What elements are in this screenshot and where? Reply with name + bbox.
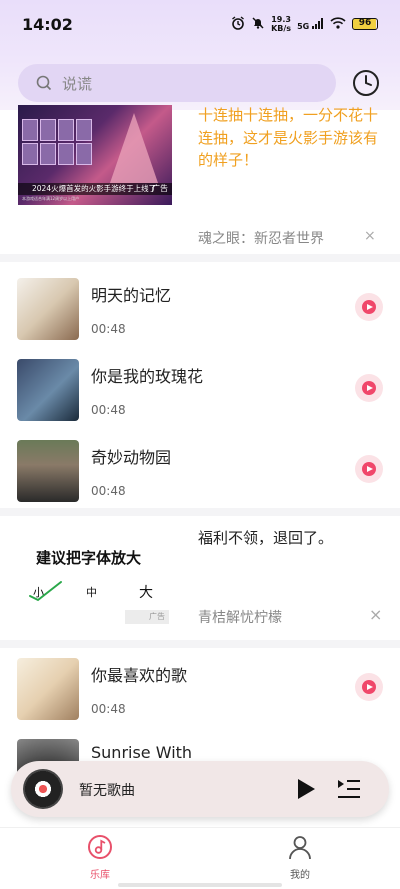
now-playing-title: 暂无歌曲 xyxy=(79,783,135,799)
play-button[interactable] xyxy=(355,673,383,701)
song-duration: 00:48 xyxy=(91,322,126,336)
song-title: Sunrise With xyxy=(91,743,193,762)
play-icon xyxy=(362,462,376,476)
user-icon xyxy=(289,836,311,860)
song-row[interactable]: 你最喜欢的歌 00:48 xyxy=(0,658,400,736)
ad-artwork xyxy=(110,113,158,183)
ad-logo-tag: 广告 xyxy=(149,612,165,621)
album-cover xyxy=(17,278,79,340)
ad-tag: 广告 xyxy=(152,184,168,193)
font-size-large: 大 xyxy=(139,585,153,601)
playlist-icon[interactable] xyxy=(337,778,361,800)
song-title: 明天的记忆 xyxy=(91,286,172,305)
ad-logo: 广告 xyxy=(125,610,169,624)
status-icons: 19.3 KB/s 5G 96 xyxy=(231,15,378,33)
font-size-medium: 中 xyxy=(86,586,97,599)
mini-player[interactable]: 暂无歌曲 xyxy=(11,761,389,817)
song-title: 你是我的玫瑰花 xyxy=(91,367,204,386)
search-placeholder: 说谎 xyxy=(62,74,93,93)
signal-indicator: 5G xyxy=(297,17,324,31)
signal-bars-icon xyxy=(312,17,323,29)
play-button[interactable] xyxy=(355,455,383,483)
checkmark-icon xyxy=(29,581,62,602)
status-bar: 14:02 19.3 KB/s 5G 96 xyxy=(0,0,400,48)
battery-indicator: 96 xyxy=(352,18,378,30)
tab-library-label: 乐库 xyxy=(90,870,110,881)
mute-bell-icon xyxy=(251,16,265,33)
album-cover xyxy=(17,359,79,421)
bottom-navigation: 乐库 我的 xyxy=(0,827,400,889)
play-button[interactable] xyxy=(355,374,383,402)
search-input[interactable]: 说谎 xyxy=(18,64,336,102)
clock-icon xyxy=(353,70,379,96)
ad-source: 魂之眼：新忍者世界 xyxy=(198,231,324,247)
play-icon xyxy=(362,381,376,395)
album-cover xyxy=(17,658,79,720)
album-cover xyxy=(17,440,79,502)
network-speed: 19.3 KB/s xyxy=(271,15,291,33)
song-row[interactable]: 奇妙动物园 00:48 xyxy=(0,440,400,518)
play-pause-button[interactable] xyxy=(296,778,316,800)
ad-headline[interactable]: 十连抽十连抽，一分不花十连抽，这才是火影手游该有的样子！ xyxy=(198,104,382,172)
song-title: 你最喜欢的歌 xyxy=(91,666,188,685)
song-duration: 00:48 xyxy=(91,484,126,498)
history-button[interactable] xyxy=(351,68,381,98)
ad-image-caption: 2024火爆首发的火影手游终于上线了 xyxy=(18,183,172,195)
song-duration: 00:48 xyxy=(91,403,126,417)
tab-profile-label: 我的 xyxy=(290,870,310,881)
network-speed-unit: KB/s xyxy=(271,24,292,33)
ad-close-button[interactable]: × xyxy=(369,605,382,624)
ad-headline[interactable]: 福利不领，退回了。 xyxy=(198,527,333,548)
disc-icon xyxy=(23,769,63,809)
section-divider xyxy=(0,508,400,516)
status-time: 14:02 xyxy=(22,14,73,34)
ad-source: 青桔解忧柠檬 xyxy=(198,610,282,626)
ad-character-cards xyxy=(22,119,92,165)
signal-label: 5G xyxy=(297,21,310,31)
ad-image[interactable]: 2024火爆首发的火影手游终于上线了 本游戏适合年满12周岁以上用户 广告 xyxy=(18,105,172,205)
song-title: 奇妙动物园 xyxy=(91,448,172,467)
play-icon xyxy=(362,680,376,694)
section-divider xyxy=(0,254,400,262)
tab-library[interactable]: 乐库 xyxy=(70,834,130,881)
wifi-icon xyxy=(330,16,346,32)
play-button[interactable] xyxy=(355,293,383,321)
home-indicator xyxy=(118,883,282,887)
song-row[interactable]: 明天的记忆 00:48 xyxy=(0,278,400,356)
ad-close-button[interactable]: × xyxy=(364,228,376,244)
network-speed-value: 19.3 xyxy=(271,15,291,24)
music-note-icon xyxy=(88,835,112,859)
play-icon xyxy=(362,300,376,314)
alarm-icon xyxy=(231,15,245,33)
song-duration: 00:48 xyxy=(91,702,126,716)
tab-profile[interactable]: 我的 xyxy=(270,834,330,881)
search-icon xyxy=(36,75,52,91)
song-row[interactable]: 你是我的玫瑰花 00:48 xyxy=(0,359,400,437)
ad-image-subcaption: 本游戏适合年满12周岁以上用户 xyxy=(22,196,80,201)
section-divider xyxy=(0,640,400,648)
ad-font-title: 建议把字体放大 xyxy=(36,549,142,567)
